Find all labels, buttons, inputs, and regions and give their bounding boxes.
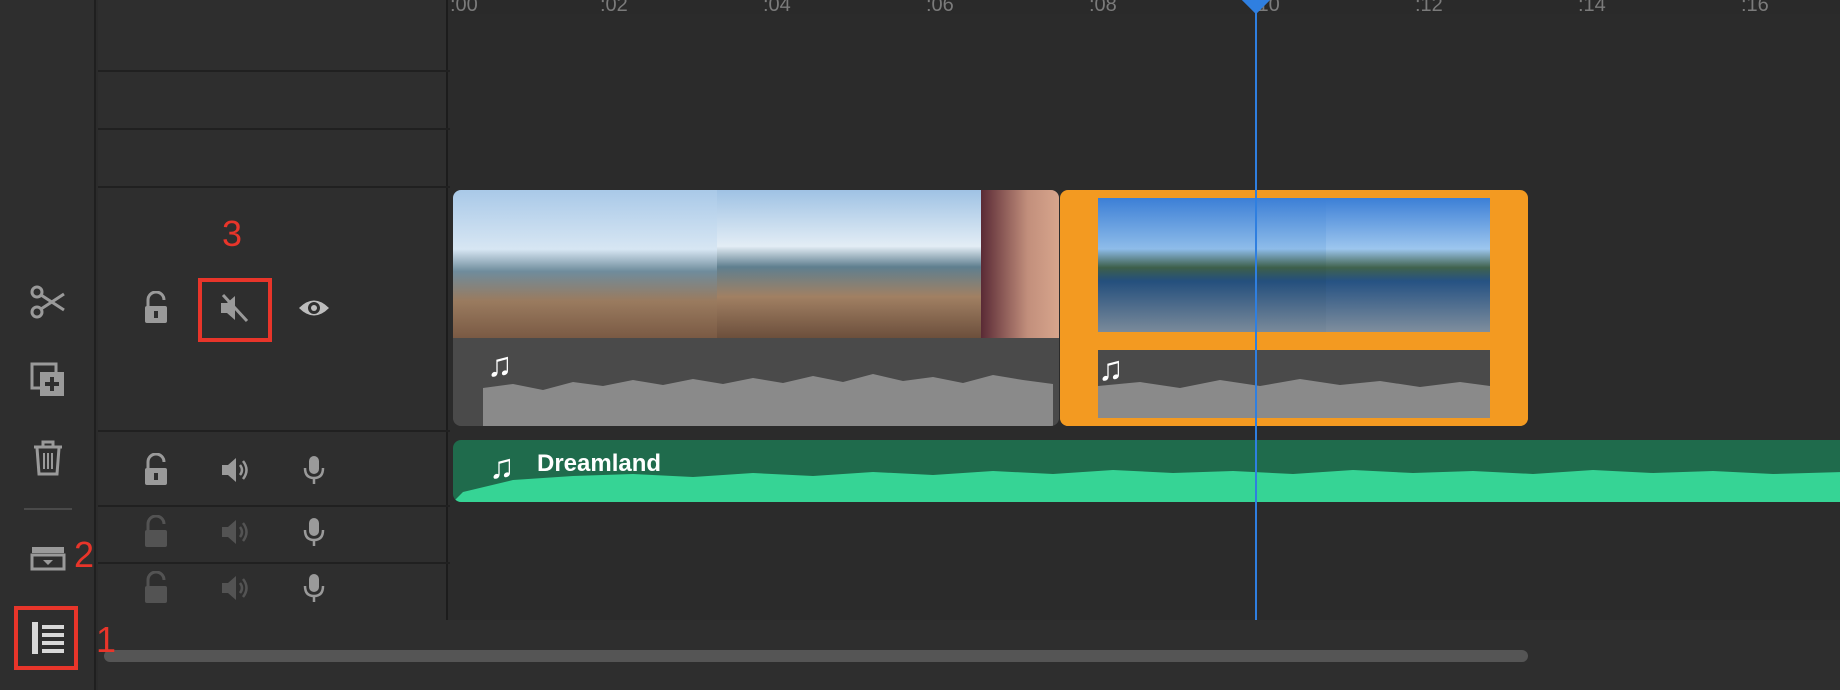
annotation-box-3	[198, 278, 272, 342]
music-note-icon: ♫	[489, 448, 515, 486]
lock-icon[interactable]	[136, 568, 176, 608]
clip-thumbnail	[717, 190, 981, 338]
clip-audio-waveform: ♫	[453, 338, 1059, 426]
lock-icon[interactable]	[136, 512, 176, 552]
clip-audio-waveform: ♫	[1060, 342, 1528, 426]
ruler-tick: :06	[926, 0, 954, 15]
clip-thumbnail	[1326, 198, 1490, 332]
annotation-box-1	[14, 606, 78, 670]
video-clip[interactable]: ♫	[453, 190, 1059, 426]
music-clip-title: Dreamland	[537, 450, 662, 477]
annotation-label-3: 3	[222, 213, 243, 254]
ruler-tick: :14	[1578, 0, 1606, 15]
ruler-tick: :16	[1741, 0, 1769, 15]
tool-rail	[0, 0, 96, 690]
ruler-tick: :00	[450, 0, 478, 15]
playhead[interactable]	[1255, 0, 1257, 625]
ruler-tick: :08	[1089, 0, 1117, 15]
lock-icon[interactable]	[136, 288, 176, 328]
clip-thumbnail	[981, 190, 1059, 338]
time-ruler[interactable]: :00 :02 :04 :06 :08 :10 :12 :14 :16	[450, 0, 1840, 15]
ruler-tick: :04	[763, 0, 791, 15]
music-clip[interactable]: ♫ Dreamland	[453, 440, 1840, 502]
music-note-icon: ♫	[487, 346, 513, 384]
video-clip-selected[interactable]: ♫	[1060, 190, 1528, 426]
horizontal-scrollbar[interactable]	[104, 650, 1528, 662]
scissors-icon[interactable]	[24, 278, 72, 326]
clip-thumbnail	[1098, 198, 1326, 332]
lock-icon[interactable]	[136, 450, 176, 490]
ruler-tick: :12	[1415, 0, 1443, 15]
volume-icon[interactable]	[216, 450, 256, 490]
annotation-label-2: 2	[74, 534, 95, 575]
microphone-icon[interactable]	[294, 450, 334, 490]
clip-thumbnail	[453, 190, 717, 338]
track-toggle-icon[interactable]	[24, 533, 72, 581]
music-note-icon: ♫	[1098, 350, 1124, 388]
volume-icon[interactable]	[216, 512, 256, 552]
volume-icon[interactable]	[216, 568, 256, 608]
ruler-tick: :02	[600, 0, 628, 15]
microphone-icon[interactable]	[294, 512, 334, 552]
visibility-icon[interactable]	[294, 288, 334, 328]
trash-icon[interactable]	[24, 434, 72, 482]
microphone-icon[interactable]	[294, 568, 334, 608]
annotation-label-1: 1	[96, 619, 117, 660]
duplicate-icon[interactable]	[24, 356, 72, 404]
rail-divider	[24, 508, 72, 510]
